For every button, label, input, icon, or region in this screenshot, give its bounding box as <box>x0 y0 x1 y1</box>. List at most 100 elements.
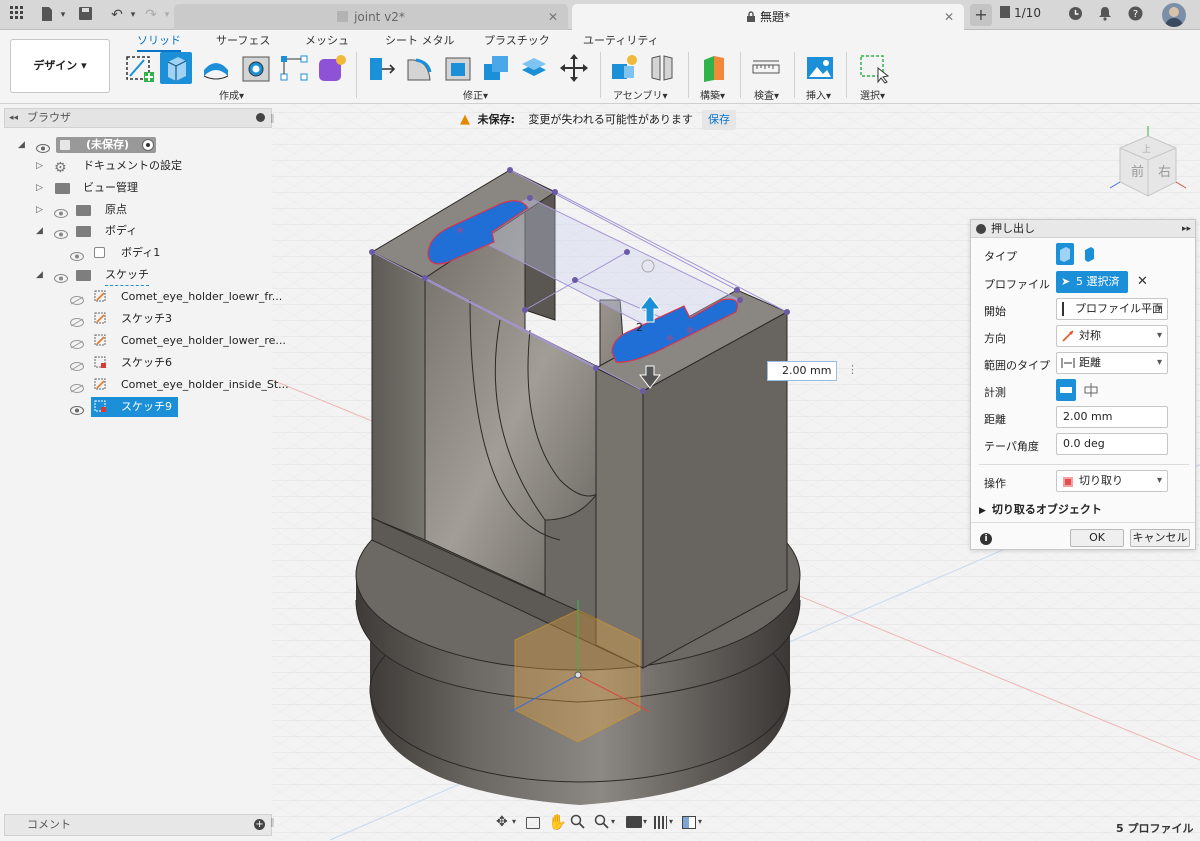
clear-selection-icon[interactable]: ✕ <box>1137 274 1148 289</box>
rectangular-pattern-icon[interactable] <box>278 52 310 84</box>
info-icon[interactable]: i <box>980 533 992 545</box>
file-dropdown-chevron-icon[interactable]: ▾ <box>54 6 72 24</box>
measure-icon[interactable] <box>750 52 782 84</box>
operation-select[interactable]: 切り取り <box>1056 470 1168 492</box>
browser-root-item[interactable]: ◢ (未保存) <box>18 135 158 155</box>
zoom-icon[interactable] <box>570 814 586 833</box>
viewcube-right[interactable]: 右 <box>1158 165 1171 180</box>
assemble-group-label[interactable]: アセンブリ▾ <box>613 87 668 102</box>
browser-item-views[interactable]: ▷ ビュー管理 <box>36 178 236 198</box>
browser-item-sketches[interactable]: ◢ スケッチ <box>36 265 236 286</box>
visibility-eye-icon[interactable] <box>54 226 68 239</box>
modify-group-label[interactable]: 修正▾ <box>463 87 488 102</box>
visibility-eye-icon[interactable] <box>70 248 84 261</box>
panel-resize-icon[interactable]: ‖ <box>270 818 275 828</box>
zoom-dropdown-chevron-icon[interactable]: ▾ <box>611 817 615 826</box>
comments-panel[interactable]: コメント + <box>4 814 272 836</box>
browser-item-sketch[interactable]: スケッチ3 <box>70 309 270 329</box>
grid-dropdown-chevron-icon[interactable]: ▾ <box>669 817 673 826</box>
visibility-eye-icon[interactable] <box>36 140 50 153</box>
undo-dropdown-chevron-icon[interactable]: ▾ <box>124 6 142 24</box>
tab-sheet-metal[interactable]: シート メタル <box>385 32 455 48</box>
expand-dialog-icon[interactable]: ▸▸ <box>1182 220 1191 238</box>
viewports-icon[interactable] <box>682 816 696 829</box>
tab-surface[interactable]: サーフェス <box>216 32 270 48</box>
clock-icon[interactable] <box>1066 6 1084 24</box>
start-select[interactable]: プロファイル平面 <box>1056 298 1168 320</box>
add-comment-icon[interactable]: + <box>254 819 265 830</box>
save-icon[interactable] <box>76 6 94 24</box>
panel-pin-icon[interactable] <box>256 113 265 122</box>
grid-settings-icon[interactable] <box>654 816 667 829</box>
select-group-label[interactable]: 選択▾ <box>860 87 885 102</box>
insert-image-icon[interactable] <box>804 52 836 84</box>
user-avatar[interactable] <box>1162 3 1186 27</box>
app-grid-icon[interactable] <box>8 6 26 24</box>
construct-group-label[interactable]: 構築▾ <box>700 87 725 102</box>
display-dropdown-chevron-icon[interactable]: ▾ <box>643 817 647 826</box>
tab-untitled[interactable]: 無題* ✕ <box>572 4 964 30</box>
measure-option-b-button[interactable] <box>1081 379 1101 401</box>
distance-input[interactable]: 2.00 mm <box>767 361 837 381</box>
combine-icon[interactable] <box>480 52 512 84</box>
select-icon[interactable] <box>858 52 890 84</box>
fillet-icon[interactable] <box>404 52 436 84</box>
cancel-button[interactable]: キャンセル <box>1130 529 1190 547</box>
taper-angle-field[interactable]: 0.0 deg <box>1056 433 1168 455</box>
tab-utility[interactable]: ユーティリティ <box>583 32 659 48</box>
distance-field[interactable]: 2.00 mm <box>1056 406 1168 428</box>
collapse-triangle-icon[interactable]: ◢ <box>36 265 43 285</box>
create-group-label[interactable]: 作成▾ <box>219 87 244 102</box>
measure-option-a-button[interactable] <box>1056 379 1076 401</box>
extent-type-select[interactable]: 距離 <box>1056 352 1168 374</box>
help-icon[interactable]: ? <box>1126 6 1144 24</box>
tab-plastic[interactable]: プラスチック <box>484 32 550 48</box>
browser-item-sketch[interactable]: Comet_eye_holder_loewr_fr... <box>70 287 282 307</box>
create-form-icon[interactable] <box>316 52 348 84</box>
orbit-icon[interactable]: ✥ <box>496 814 508 830</box>
browser-item-sketch[interactable]: スケッチ6 <box>70 353 270 373</box>
direction-select[interactable]: 対称 <box>1056 325 1168 347</box>
close-tab-icon[interactable]: ✕ <box>548 4 558 30</box>
expand-triangle-icon[interactable]: ▷ <box>36 200 43 220</box>
hole-icon[interactable] <box>240 52 272 84</box>
workspace-switcher-button[interactable]: デザイン ▾ <box>10 39 110 93</box>
joint-icon[interactable] <box>646 52 678 84</box>
browser-item-body1[interactable]: ボディ1 <box>70 243 240 263</box>
visibility-eye-icon[interactable] <box>54 205 68 218</box>
notification-bell-icon[interactable] <box>1096 6 1114 24</box>
shell-icon[interactable] <box>442 52 474 84</box>
expand-triangle-icon[interactable]: ▷ <box>36 178 43 198</box>
collapse-panel-icon[interactable]: ◂◂ <box>9 109 18 127</box>
visibility-eye-icon[interactable] <box>70 402 84 415</box>
new-tab-plus-icon[interactable]: + <box>970 4 992 26</box>
inspect-group-label[interactable]: 検査▾ <box>754 87 779 102</box>
display-settings-icon[interactable] <box>626 816 642 828</box>
browser-item-bodies[interactable]: ◢ ボディ <box>36 221 236 241</box>
close-tab-icon[interactable]: ✕ <box>944 4 954 30</box>
panel-resize-icon[interactable]: ‖ <box>270 114 275 124</box>
expand-triangle-icon[interactable]: ◢ <box>18 135 25 155</box>
offset-plane-icon[interactable] <box>698 52 730 84</box>
objects-to-cut-section[interactable]: ▶ 切り取るオブジェクト <box>979 501 1102 517</box>
viewcube-front[interactable]: 前 <box>1131 164 1144 180</box>
job-status[interactable]: 1/10 <box>1000 6 1041 20</box>
visibility-eye-hidden-icon[interactable] <box>70 358 84 371</box>
expand-section-icon[interactable]: ▶ <box>979 506 986 516</box>
visibility-eye-hidden-icon[interactable] <box>70 380 84 393</box>
save-button[interactable]: 保存 <box>702 110 736 130</box>
browser-item-origin[interactable]: ▷ 原点 <box>36 200 236 220</box>
press-pull-icon[interactable] <box>366 52 398 84</box>
browser-header[interactable]: ◂◂ ブラウザ <box>4 108 272 128</box>
move-copy-icon[interactable] <box>558 52 590 84</box>
ok-button[interactable]: OK <box>1070 529 1124 547</box>
distance-input-more-icon[interactable]: ⋮ <box>847 363 858 376</box>
tab-mesh[interactable]: メッシュ <box>305 32 349 48</box>
visibility-eye-hidden-icon[interactable] <box>70 336 84 349</box>
collapse-triangle-icon[interactable]: ◢ <box>36 221 43 241</box>
visibility-eye-icon[interactable] <box>54 270 68 283</box>
pan-hand-icon[interactable]: ✋ <box>548 813 567 831</box>
extrude-icon[interactable] <box>160 52 192 84</box>
dialog-header[interactable]: 押し出し ▸▸ <box>971 220 1195 238</box>
browser-item-sketch[interactable]: Comet_eye_holder_lower_re... <box>70 331 286 351</box>
